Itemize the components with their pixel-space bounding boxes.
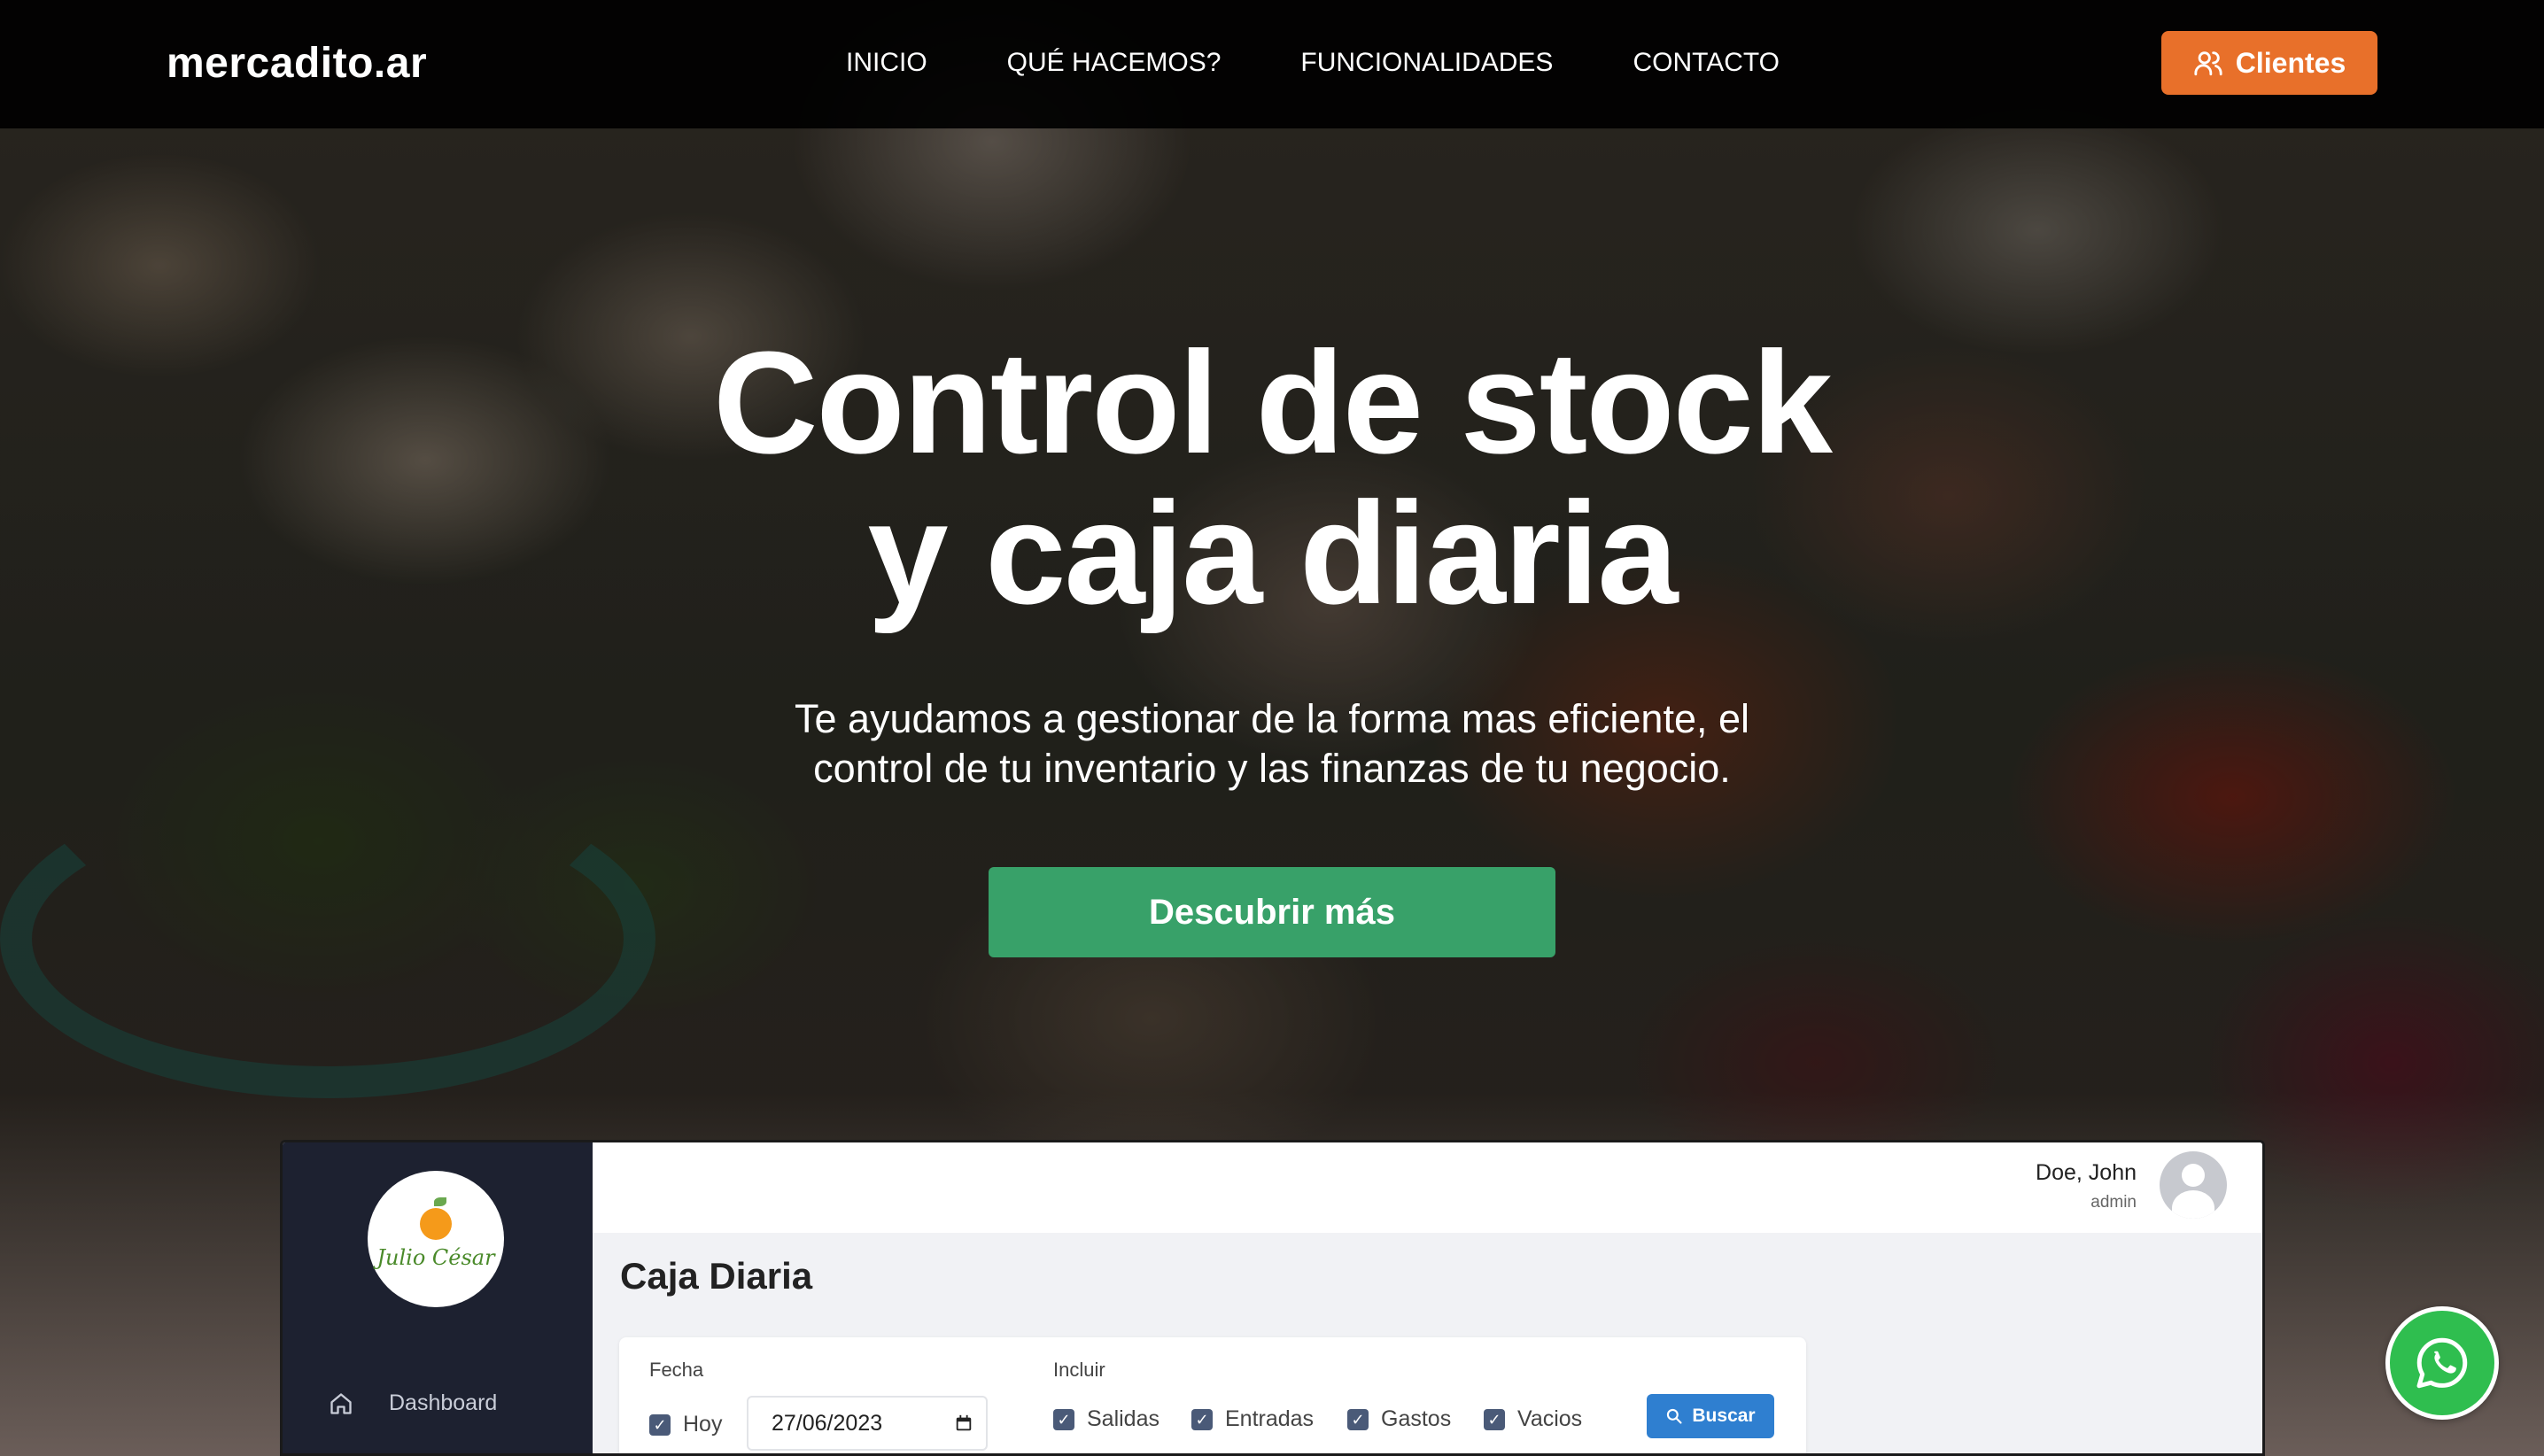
date-value: 27/06/2023 <box>772 1410 883 1436</box>
date-input[interactable]: 27/06/2023 <box>747 1396 988 1451</box>
check-icon: ✓ <box>1347 1408 1369 1430</box>
page-title: Caja Diaria <box>620 1255 813 1297</box>
preview-sidebar: Julio César Dashboard <box>283 1142 593 1453</box>
search-icon <box>1667 1408 1682 1424</box>
store-logo: Julio César <box>368 1171 504 1307</box>
entradas-checkbox[interactable]: ✓ Entradas <box>1191 1406 1314 1432</box>
hero-title: Control de stock y caja diaria <box>0 328 2544 629</box>
check-icon: ✓ <box>1484 1408 1505 1430</box>
user-role: admin <box>2090 1193 2137 1212</box>
whatsapp-button[interactable] <box>2385 1306 2499 1420</box>
hero-title-line1: Control de stock <box>713 321 1833 484</box>
hero-subtitle-line1: Te ayudamos a gestionar de la forma mas … <box>794 696 1750 741</box>
salidas-label: Salidas <box>1087 1406 1160 1431</box>
salidas-checkbox[interactable]: ✓ Salidas <box>1053 1406 1160 1432</box>
hero-title-line2: y caja diaria <box>867 472 1678 634</box>
filter-card: Fecha ✓ Hoy 27/06/2023 Incluir ✓ Salidas… <box>619 1337 1806 1453</box>
user-info: Doe, John admin <box>2036 1160 2137 1212</box>
avatar[interactable] <box>2160 1151 2227 1219</box>
hero-subtitle: Te ayudamos a gestionar de la forma mas … <box>0 694 2544 794</box>
check-icon: ✓ <box>649 1413 671 1436</box>
home-icon <box>330 1392 352 1414</box>
navbar: mercadito.ar INICIO QUÉ HACEMOS? FUNCION… <box>0 0 2544 128</box>
buscar-label: Buscar <box>1692 1406 1756 1426</box>
user-name: Doe, John <box>2036 1160 2137 1185</box>
app-preview: Julio César Dashboard Doe, John admin Ca… <box>280 1140 2265 1456</box>
store-logo-text: Julio César <box>376 1245 495 1270</box>
incluir-label: Incluir <box>1053 1359 1105 1381</box>
sidebar-item-label: Dashboard <box>389 1390 498 1415</box>
vacios-checkbox[interactable]: ✓ Vacios <box>1484 1406 1582 1432</box>
orange-icon <box>420 1197 452 1240</box>
calendar-icon <box>956 1414 972 1431</box>
fecha-label: Fecha <box>649 1359 704 1381</box>
gastos-checkbox[interactable]: ✓ Gastos <box>1347 1406 1451 1432</box>
brand-logo[interactable]: mercadito.ar <box>167 39 427 88</box>
nav-link-inicio[interactable]: INICIO <box>846 48 927 78</box>
whatsapp-icon <box>2416 1337 2468 1389</box>
hoy-label: Hoy <box>683 1412 723 1437</box>
sidebar-item-dashboard[interactable]: Dashboard <box>329 1390 497 1416</box>
users-icon <box>2194 51 2222 76</box>
nav-link-que-hacemos[interactable]: QUÉ HACEMOS? <box>1007 48 1222 78</box>
nav-link-funcionalidades[interactable]: FUNCIONALIDADES <box>1300 48 1553 78</box>
check-icon: ✓ <box>1191 1408 1213 1430</box>
entradas-label: Entradas <box>1225 1406 1315 1431</box>
gastos-label: Gastos <box>1381 1406 1452 1431</box>
hero-subtitle-line2: control de tu inventario y las finanzas … <box>813 746 1731 791</box>
check-icon: ✓ <box>1053 1408 1074 1430</box>
clientes-button-label: Clientes <box>2235 46 2346 79</box>
nav-links: INICIO QUÉ HACEMOS? FUNCIONALIDADES CONT… <box>846 48 1859 78</box>
clientes-button[interactable]: Clientes <box>2161 31 2377 95</box>
preview-header: Doe, John admin <box>593 1142 2262 1233</box>
descubrir-mas-button[interactable]: Descubrir más <box>989 867 1555 957</box>
nav-link-contacto[interactable]: CONTACTO <box>1633 48 1780 78</box>
vacios-label: Vacios <box>1517 1406 1583 1431</box>
buscar-button[interactable]: Buscar <box>1647 1394 1774 1438</box>
hoy-checkbox[interactable]: ✓ Hoy <box>649 1412 722 1437</box>
